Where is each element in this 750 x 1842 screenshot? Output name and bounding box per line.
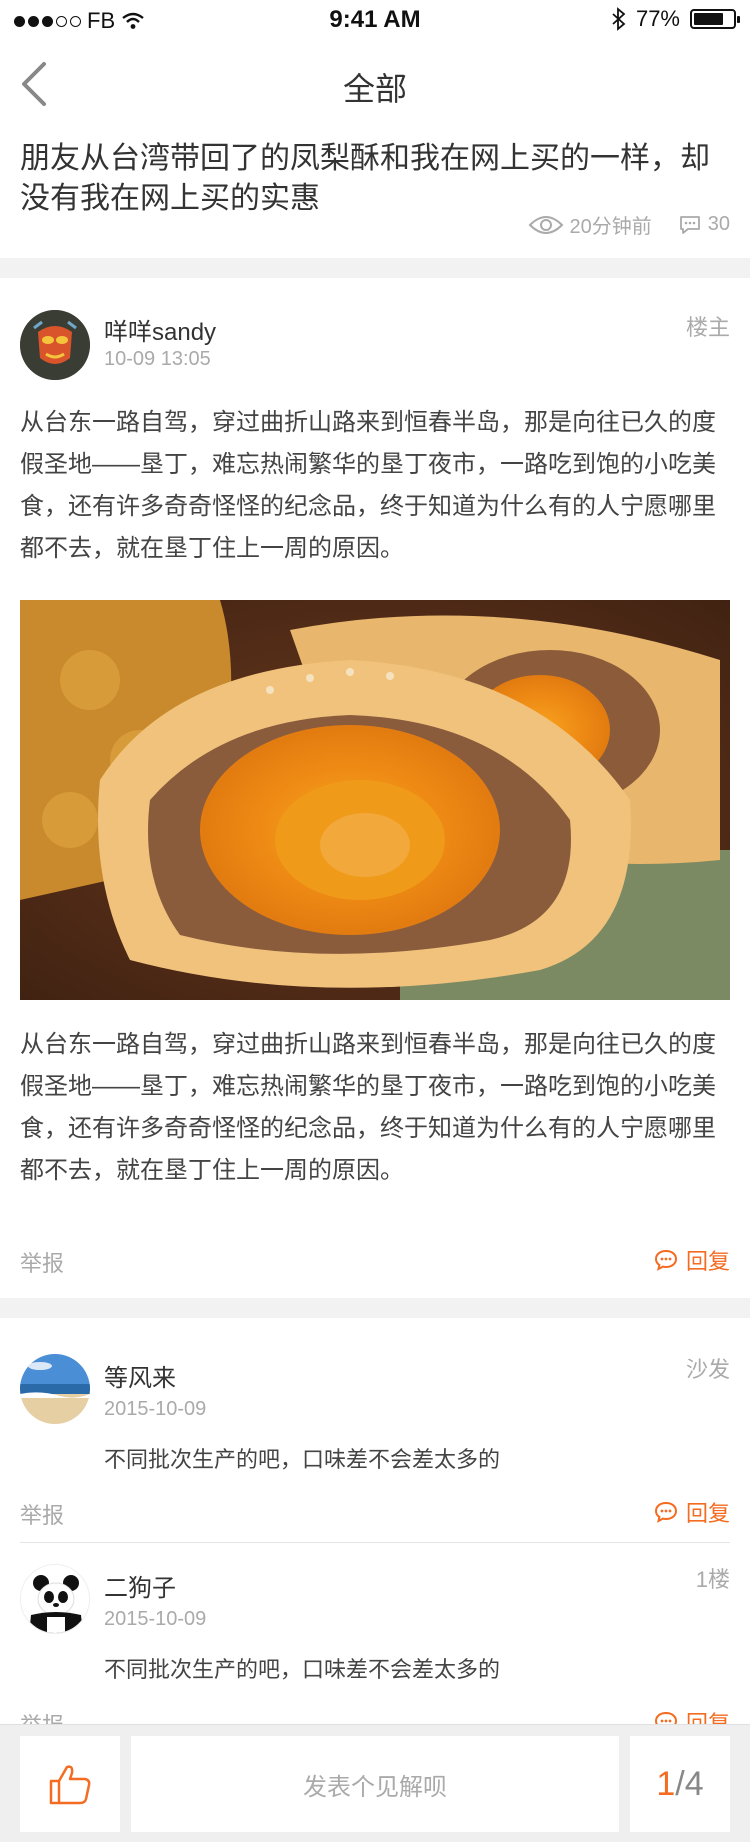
- like-button[interactable]: [20, 1736, 120, 1832]
- reply-bubble-icon: [654, 1249, 677, 1271]
- page-separator: /: [675, 1764, 685, 1803]
- comment-text: 不同批次生产的吧，口味差不会差太多的: [104, 1657, 501, 1682]
- post-header: 朋友从台湾带回了的凤梨酥和我在网上买的一样，却没有我在网上买的实惠 20分钟前 …: [0, 128, 750, 258]
- screen: FB 9:41 AM 77% 全部 朋友从台湾带回了的凤梨酥和我在网上买的一样，…: [0, 0, 750, 1842]
- views-meta: 20分钟前: [528, 210, 652, 239]
- page-total: 4: [684, 1764, 704, 1803]
- reply-bubble-icon: [654, 1501, 677, 1523]
- comment-date: 2015-10-09: [104, 1608, 207, 1630]
- wrestler-mask-icon: [20, 310, 90, 380]
- report-link[interactable]: 举报: [20, 1498, 64, 1530]
- battery-icon: [690, 9, 740, 29]
- beach-avatar-icon: [20, 1354, 90, 1424]
- page-indicator[interactable]: 1 / 4: [630, 1736, 730, 1832]
- username[interactable]: 等风来: [104, 1358, 176, 1393]
- battery-fill: [694, 13, 724, 25]
- reply-label: 回复: [685, 1501, 730, 1526]
- post-paragraph: 从台东一路自驾，穿过曲折山路来到恒春半岛，那是向往已久的度假圣地——垦丁，难忘热…: [20, 409, 716, 562]
- status-bar: FB 9:41 AM 77%: [0, 0, 750, 40]
- divider: [20, 1542, 730, 1543]
- avatar[interactable]: [20, 310, 90, 380]
- username[interactable]: 咩咩sandy: [104, 312, 216, 347]
- op-floor: 咩咩sandy 10-09 13:05 楼主 从台东一路自驾，穿过曲折山路来到恒…: [0, 278, 750, 1298]
- avatar[interactable]: [20, 1564, 90, 1634]
- page-title: 全部: [342, 71, 407, 107]
- comment-text: 不同批次生产的吧，口味差不会差太多的: [104, 1447, 501, 1472]
- bluetooth-icon: [612, 7, 626, 31]
- reply-button[interactable]: 回复: [654, 1496, 730, 1528]
- page-current: 1: [656, 1764, 676, 1803]
- report-link[interactable]: 举报: [20, 1246, 64, 1278]
- post-image[interactable]: [20, 600, 730, 1000]
- floor-label: 沙发: [685, 1357, 730, 1382]
- thumbs-up-icon: [49, 1765, 91, 1805]
- floor-label: 楼主: [685, 315, 730, 340]
- pineapple-cake-image: [20, 600, 730, 1000]
- battery-percent: 77%: [635, 6, 680, 31]
- navigation-bar: 全部: [0, 40, 750, 128]
- post-title: 朋友从台湾带回了的凤梨酥和我在网上买的一样，却没有我在网上买的实惠: [20, 142, 710, 215]
- chat-bubble-icon: [679, 215, 700, 234]
- comment-date: 2015-10-09: [104, 1398, 207, 1420]
- comments-meta: 30: [678, 213, 730, 236]
- post-time: 20分钟前: [569, 216, 652, 238]
- bottom-bar: 发表个见解呗 1 / 4: [0, 1724, 750, 1842]
- reply-label: 回复: [685, 1249, 730, 1274]
- status-right: 77%: [612, 6, 740, 32]
- username[interactable]: 二狗子: [104, 1568, 176, 1603]
- avatar[interactable]: [20, 1354, 90, 1424]
- comment-count: 30: [707, 213, 730, 235]
- post-paragraph-2: 从台东一路自驾，穿过曲折山路来到恒春半岛，那是向往已久的度假圣地——垦丁，难忘热…: [20, 1031, 716, 1184]
- panda-avatar-icon: [21, 1565, 89, 1633]
- post-meta: 20分钟前 30: [528, 210, 730, 239]
- floor-label: 1楼: [695, 1567, 730, 1592]
- reply-button[interactable]: 回复: [654, 1244, 730, 1276]
- comment-input[interactable]: 发表个见解呗: [131, 1736, 619, 1832]
- comments-list: 等风来 2015-10-09 沙发 不同批次生产的吧，口味差不会差太多的 举报 …: [0, 1318, 750, 1738]
- eye-icon: [528, 215, 563, 234]
- post-date: 10-09 13:05: [104, 348, 211, 370]
